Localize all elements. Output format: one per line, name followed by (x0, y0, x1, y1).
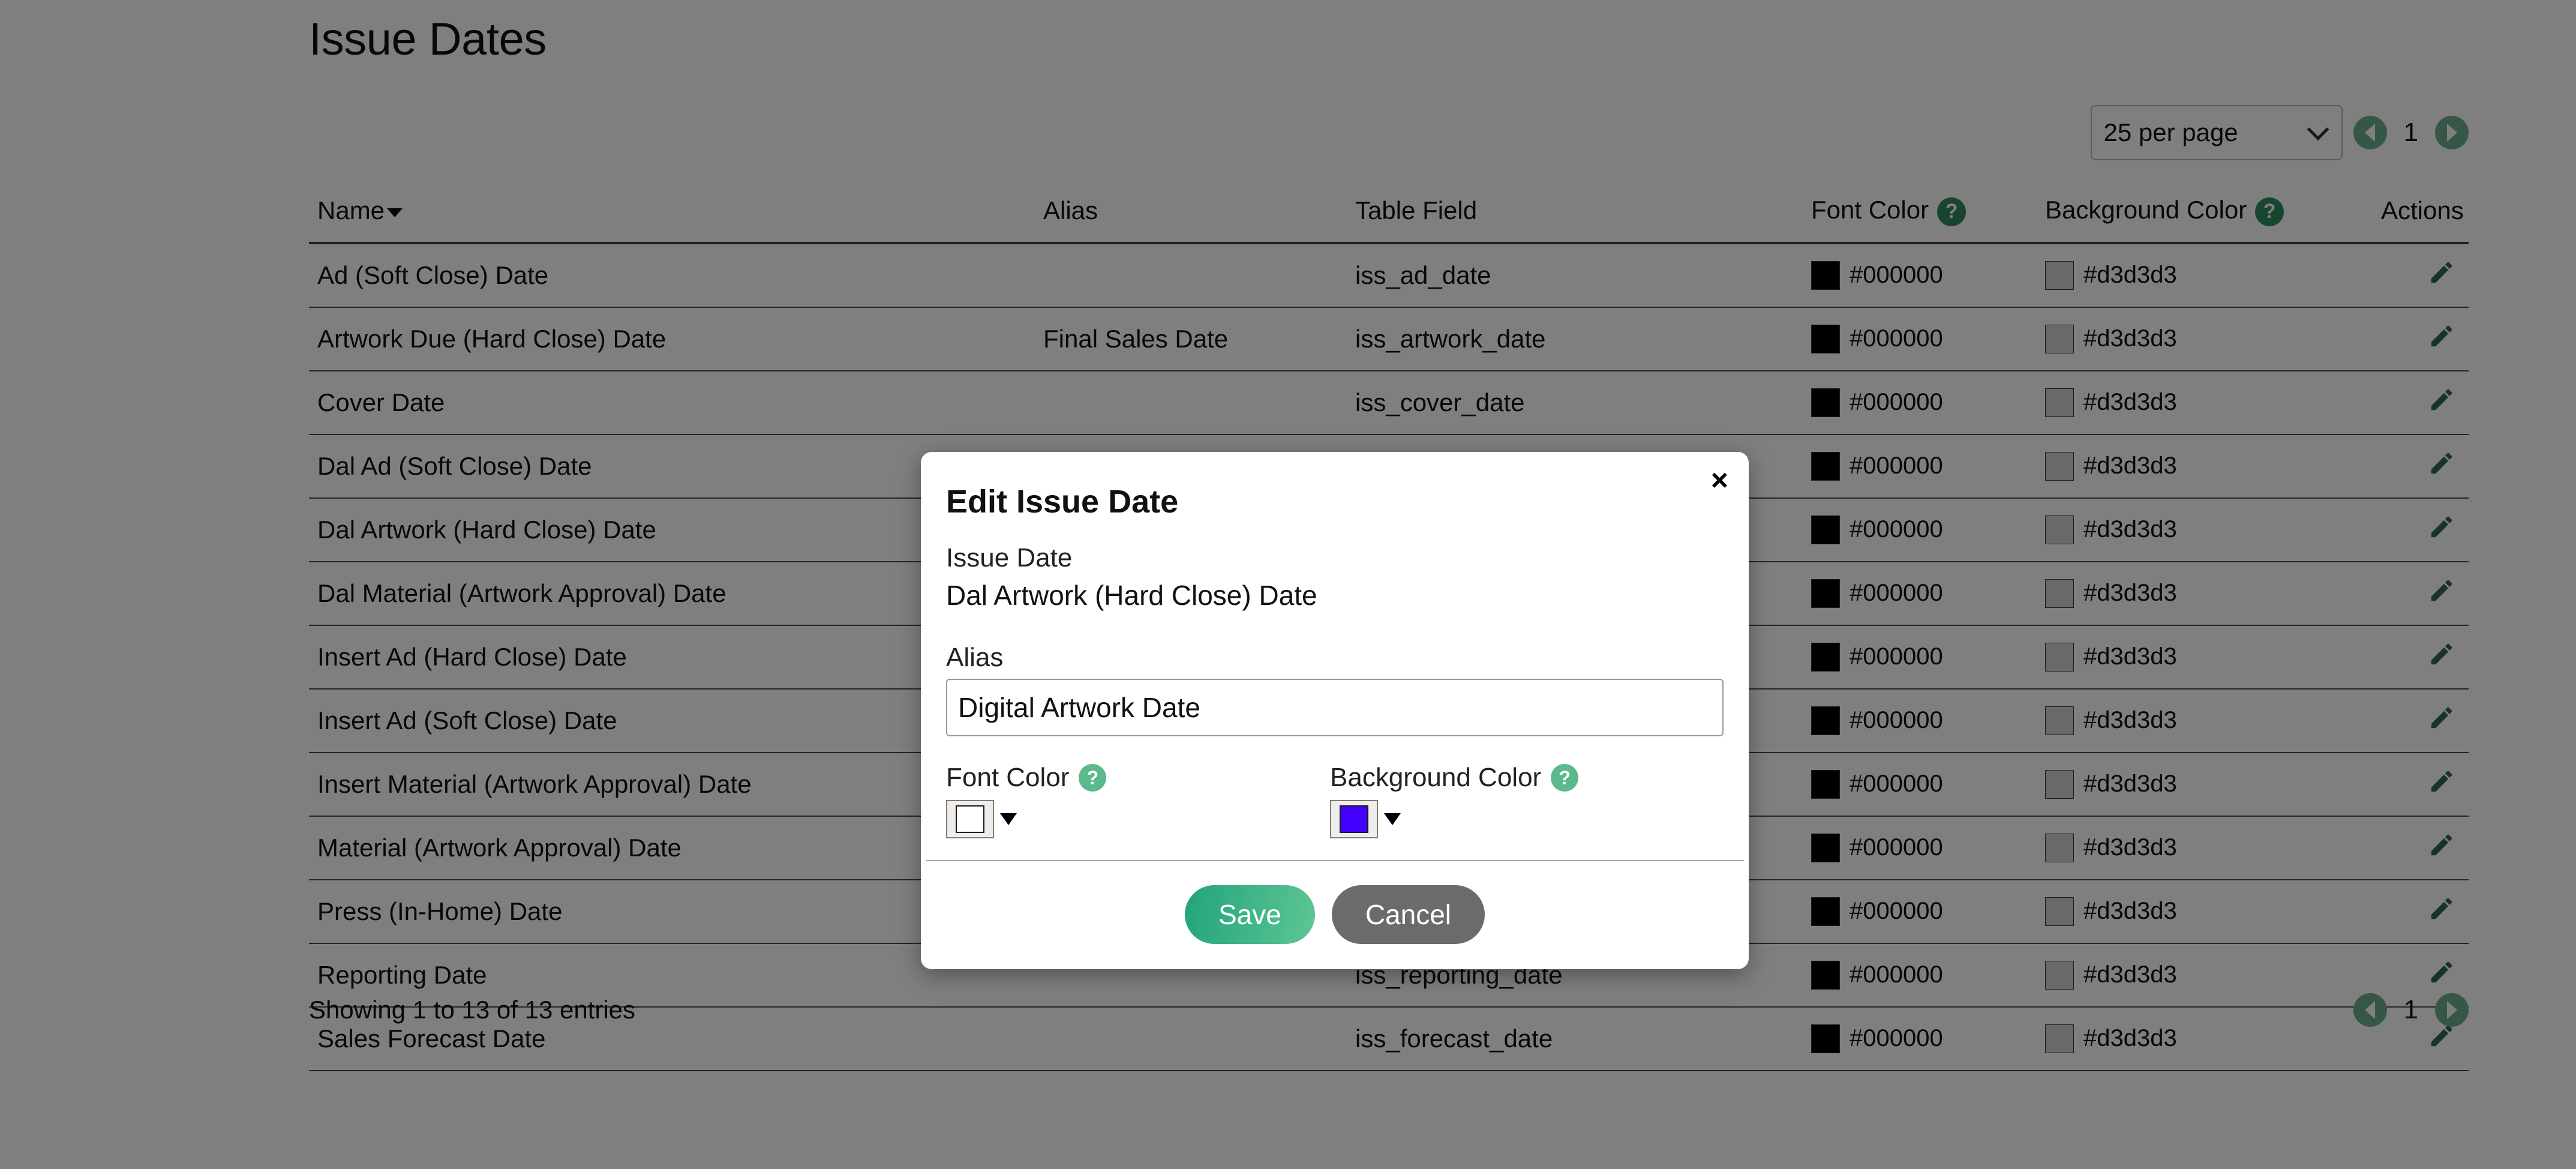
color-pickers-row: Font Color ? Background Color ? (946, 763, 1724, 860)
modal-actions: Save Cancel (921, 861, 1749, 969)
font-color-swatch-button[interactable] (946, 800, 994, 838)
modal-title: Edit Issue Date (946, 484, 1179, 520)
font-color-label-text: Font Color (946, 763, 1070, 792)
help-icon-background-color-modal[interactable]: ? (1551, 764, 1579, 792)
alias-input[interactable] (946, 679, 1724, 736)
chevron-down-icon[interactable] (1384, 813, 1401, 825)
background-color-swatch-button[interactable] (1330, 800, 1378, 838)
help-icon-font-color-modal[interactable]: ? (1079, 764, 1107, 792)
background-color-label: Background Color ? (1330, 763, 1714, 793)
modal-body: Edit Issue Date Issue Date Dal Artwork (… (921, 452, 1749, 860)
chevron-down-icon[interactable] (1000, 813, 1017, 825)
font-color-group: Font Color ? (946, 763, 1330, 838)
issue-date-value: Dal Artwork (Hard Close) Date (946, 580, 1317, 611)
background-color-group: Background Color ? (1330, 763, 1714, 838)
background-color-label-text: Background Color (1330, 763, 1542, 792)
background-color-swatch (1340, 805, 1368, 833)
alias-label: Alias (946, 643, 1004, 672)
font-color-swatch (956, 805, 984, 833)
issue-date-label: Issue Date (946, 543, 1073, 572)
font-color-label: Font Color ? (946, 763, 1330, 793)
cancel-button[interactable]: Cancel (1331, 885, 1485, 944)
save-button[interactable]: Save (1184, 885, 1315, 944)
edit-issue-date-modal: × Edit Issue Date Issue Date Dal Artwork… (921, 452, 1749, 969)
background-color-picker[interactable] (1330, 800, 1714, 838)
font-color-picker[interactable] (946, 800, 1330, 838)
close-icon[interactable]: × (1711, 465, 1728, 495)
